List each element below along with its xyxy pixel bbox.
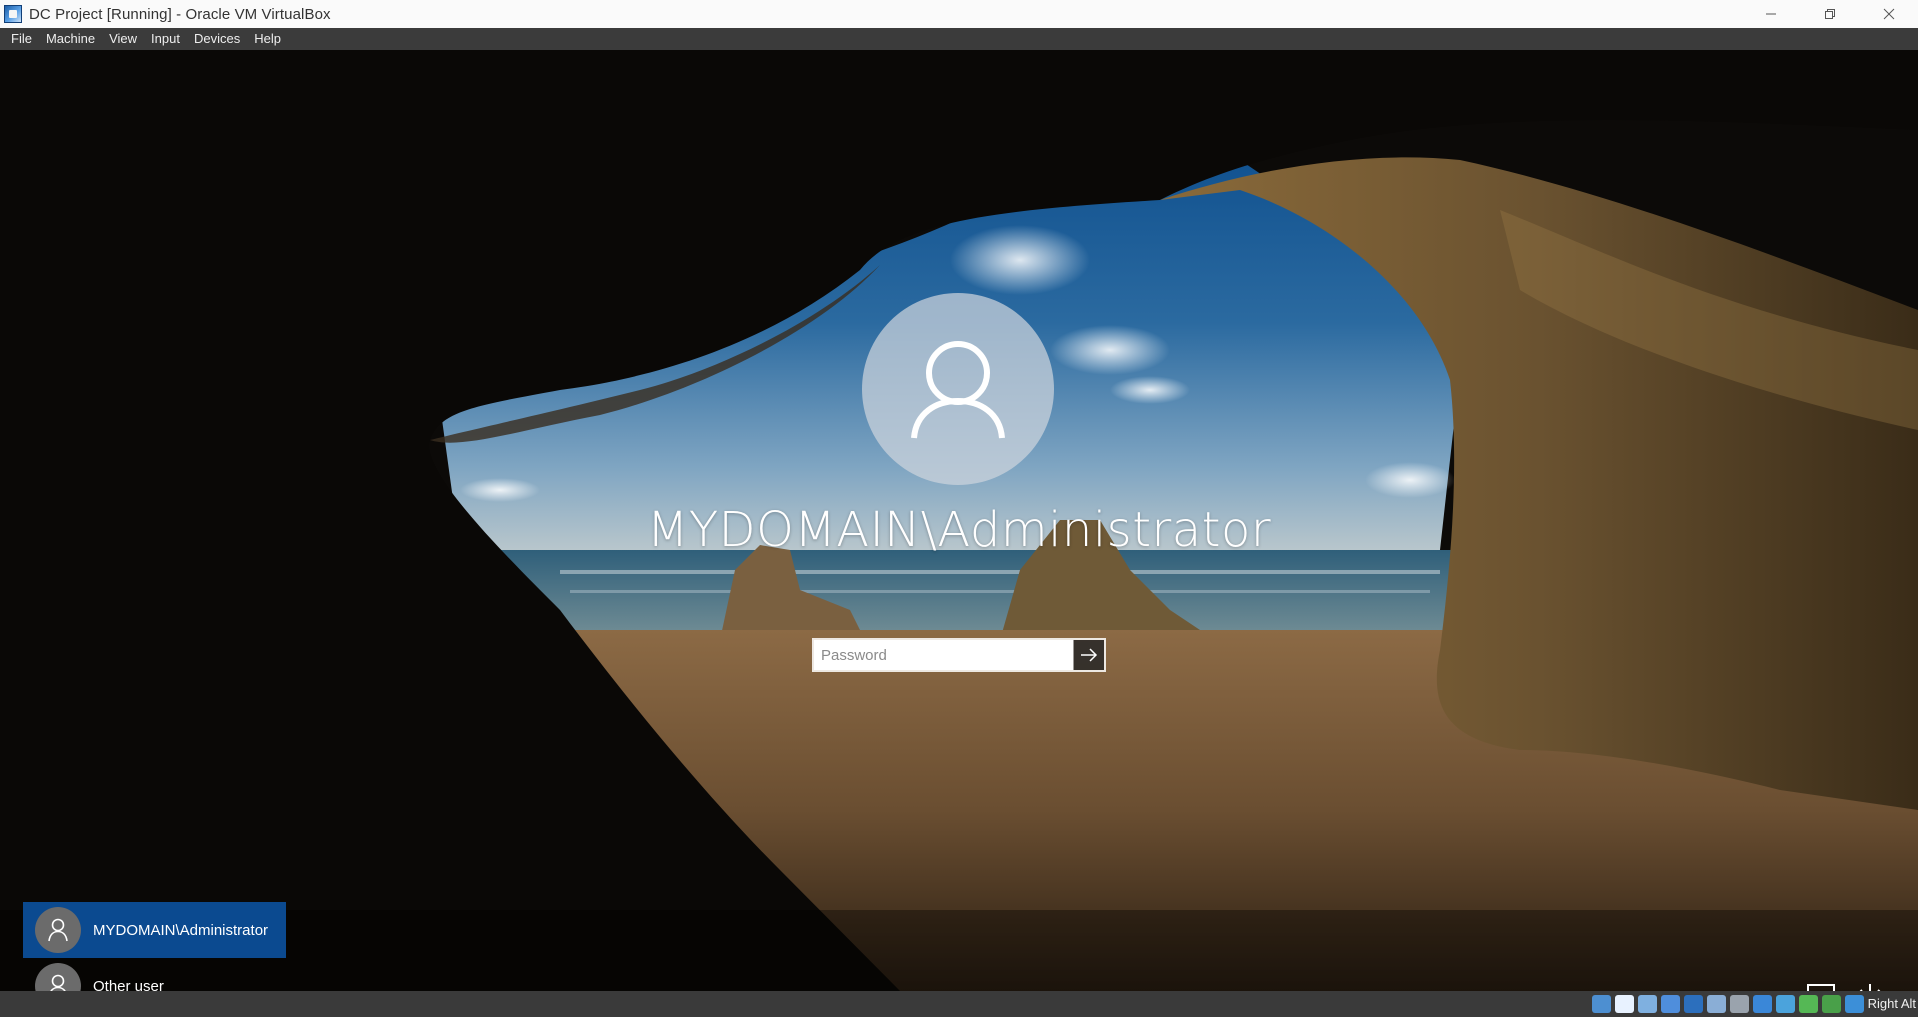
menu-view[interactable]: View bbox=[102, 28, 144, 50]
user-entry-administrator[interactable]: MYDOMAIN\Administrator bbox=[23, 902, 286, 958]
user-avatar-large bbox=[862, 293, 1054, 485]
download-icon[interactable] bbox=[1845, 995, 1864, 1013]
host-key-label[interactable]: Right Alt bbox=[1868, 991, 1916, 1017]
close-button[interactable] bbox=[1859, 0, 1918, 28]
status-icons bbox=[1592, 995, 1864, 1013]
keyboard-icon[interactable] bbox=[1799, 995, 1818, 1013]
menu-machine[interactable]: Machine bbox=[39, 28, 102, 50]
virtualbox-app-icon bbox=[4, 5, 22, 23]
menu-input[interactable]: Input bbox=[144, 28, 187, 50]
window-controls bbox=[1741, 0, 1918, 28]
menu-bar: File Machine View Input Devices Help bbox=[0, 28, 1918, 50]
password-box bbox=[812, 638, 1106, 672]
user-entry-label: MYDOMAIN\Administrator bbox=[93, 921, 269, 939]
submit-button[interactable] bbox=[1073, 640, 1104, 670]
user-entry-other-user[interactable]: Other user bbox=[23, 958, 286, 991]
shared-folders-icon[interactable] bbox=[1707, 995, 1726, 1013]
minimize-icon bbox=[1765, 13, 1776, 15]
user-entry-label: Other user bbox=[93, 977, 164, 992]
vm-display[interactable]: MYDOMAIN\Administrator MYDOMAIN\Administ… bbox=[0, 50, 1918, 991]
vm-statusbar: Right Alt bbox=[0, 991, 1918, 1017]
close-icon bbox=[1883, 8, 1894, 20]
login-username: MYDOMAIN\Administrator bbox=[646, 502, 1272, 558]
user-icon bbox=[911, 341, 1005, 439]
window-titlebar[interactable]: DC Project [Running] - Oracle VM Virtual… bbox=[0, 0, 1918, 28]
arrow-right-icon bbox=[1081, 648, 1098, 662]
recording-icon[interactable] bbox=[1753, 995, 1772, 1013]
audio-icon[interactable] bbox=[1638, 995, 1657, 1013]
network-warning-icon[interactable] bbox=[1806, 981, 1840, 991]
cpu-icon[interactable] bbox=[1822, 995, 1841, 1013]
display-icon[interactable] bbox=[1730, 995, 1749, 1013]
network-icon[interactable] bbox=[1661, 995, 1680, 1013]
minimize-button[interactable] bbox=[1741, 0, 1800, 28]
restore-button[interactable] bbox=[1800, 0, 1859, 28]
password-input[interactable] bbox=[814, 640, 1073, 670]
restore-icon bbox=[1824, 9, 1835, 19]
hard-disk-icon[interactable] bbox=[1592, 995, 1611, 1013]
user-switch-list: MYDOMAIN\Administrator Other user bbox=[23, 902, 286, 991]
menu-help[interactable]: Help bbox=[247, 28, 288, 50]
user-icon bbox=[35, 963, 81, 991]
optical-drive-icon[interactable] bbox=[1615, 995, 1634, 1013]
power-icon[interactable] bbox=[1853, 981, 1887, 991]
window-title: DC Project [Running] - Oracle VM Virtual… bbox=[29, 5, 331, 23]
mouse-integration-icon[interactable] bbox=[1776, 995, 1795, 1013]
usb-icon[interactable] bbox=[1684, 995, 1703, 1013]
user-icon bbox=[35, 907, 81, 953]
menu-file[interactable]: File bbox=[4, 28, 39, 50]
menu-devices[interactable]: Devices bbox=[187, 28, 247, 50]
